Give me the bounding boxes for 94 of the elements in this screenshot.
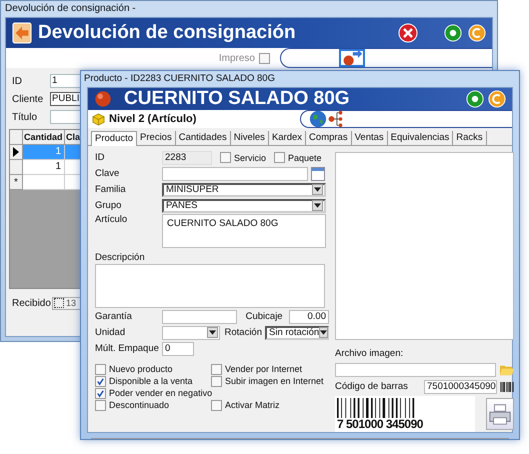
column-header[interactable]: Cantidad [23,130,65,145]
tab[interactable]: Compras [306,131,352,145]
new-row-marker: * [10,175,23,190]
ok-icon[interactable] [444,24,462,42]
refresh-icon[interactable] [488,90,506,108]
text-area[interactable]: CUERNITO SALADO 80G [162,214,326,248]
current-row-icon [13,147,19,157]
table-cell [65,160,81,175]
input-field[interactable] [50,110,81,124]
input-field: 2283 [162,150,212,164]
column-header[interactable]: Cla [65,130,81,145]
input-field[interactable] [162,166,308,180]
checkbox-label: Descontinuado [109,400,170,410]
checkbox[interactable] [211,400,222,410]
checkbox[interactable] [211,364,222,374]
checkbox-label: Servicio [234,152,266,162]
field-label: Código de barras [335,381,409,392]
checkbox[interactable] [274,152,286,163]
checkbox[interactable] [95,376,106,386]
field-label: Grupo [95,200,122,211]
table-cell [65,145,81,160]
table-cell: 1 [23,145,65,160]
checkbox-label: Poder vender en negativo [109,388,212,398]
dropdown-arrow-icon[interactable] [319,327,328,338]
window-title: Producto - ID2283 CUERNITO SALADO 80G [83,72,276,86]
dropdown[interactable]: PANES [162,198,326,212]
tab[interactable]: Cantidades [176,131,231,145]
close-icon[interactable] [398,23,418,43]
checkbox[interactable] [95,400,106,410]
checkbox[interactable] [95,388,106,398]
field-label: Unidad [95,327,126,338]
dropdown-arrow-icon[interactable] [312,200,323,211]
hierarchy-icon[interactable] [327,110,345,128]
header-title: CUERNITO SALADO 80G [124,88,350,110]
ok-icon[interactable] [466,90,484,108]
checkbox-label: Subir imagen en Internet [225,376,324,386]
checkbox-label: Disponible a la venta [109,376,193,386]
field-label: Artículo [95,214,128,225]
process-button[interactable] [339,49,365,67]
input-field[interactable] [162,310,237,324]
checkbox-label: Nuevo producto [109,364,173,374]
checkbox[interactable] [259,52,270,64]
refresh-icon[interactable] [468,24,486,42]
checkbox[interactable] [95,364,106,374]
checkbox[interactable] [211,376,222,386]
tab[interactable]: Ventas [352,131,388,145]
tab[interactable]: Racks [453,131,487,145]
field-label: ID [12,76,23,86]
field-label: Rotación [224,327,262,338]
barcode-icon[interactable] [500,380,514,392]
tab[interactable]: Producto [91,131,138,146]
tab[interactable]: Niveles [230,131,269,145]
checkbox-label: Vender por Internet [225,364,302,374]
input-field[interactable]: 1 [50,74,81,88]
checkbox[interactable] [220,152,231,163]
dropdown[interactable]: Sin rotación [265,326,329,340]
dropdown-arrow-icon[interactable] [312,184,323,195]
dropdown[interactable]: MINISUPER [162,182,326,196]
window-title: Devolución de consignación - [4,2,137,16]
tab[interactable]: Equivalencias [388,131,454,145]
table-cell [65,175,81,190]
globe-icon[interactable] [309,110,327,128]
input-field[interactable]: 7501000345090 [424,380,497,394]
field-label: Múlt. Empaque [95,343,159,354]
printed-label: Impreso [218,52,255,64]
field-label: Descripción [95,252,146,263]
checkbox-label: Activar Matriz [225,400,280,410]
cube-icon [92,112,105,126]
table-cell: 1 [23,160,65,175]
field-label: Garantía [95,311,133,322]
input-field[interactable]: 0 [162,342,194,356]
field-label: Cubicaje [246,311,283,322]
field-label: Clave [95,168,120,179]
field-label: Recibido [12,298,50,308]
field-label: Archivo imagen: [335,348,404,360]
row-header[interactable] [10,145,23,160]
barcode-number: 7 501000 345090 [337,418,424,430]
field-label: Cliente [12,94,44,104]
print-button[interactable] [486,398,514,430]
header-title: Devolución de consignación [38,22,296,44]
table-cell [23,175,65,190]
folder-icon[interactable] [498,363,514,376]
checkbox-label: Paquete [288,152,322,162]
ball-icon [94,90,112,108]
input-field[interactable] [335,362,496,376]
tab[interactable]: Kardex [268,131,306,145]
field-label: ID [95,152,106,163]
field-label: Familia [95,184,127,195]
input-field[interactable]: PUBLI [50,92,81,106]
tab[interactable]: Precios [137,131,176,145]
level-title: Nivel 2 (Artículo) [109,113,196,125]
dropdown-arrow-icon[interactable] [206,327,218,338]
input-field[interactable]: 0.00 [288,310,329,324]
field-label: Título [12,112,38,122]
